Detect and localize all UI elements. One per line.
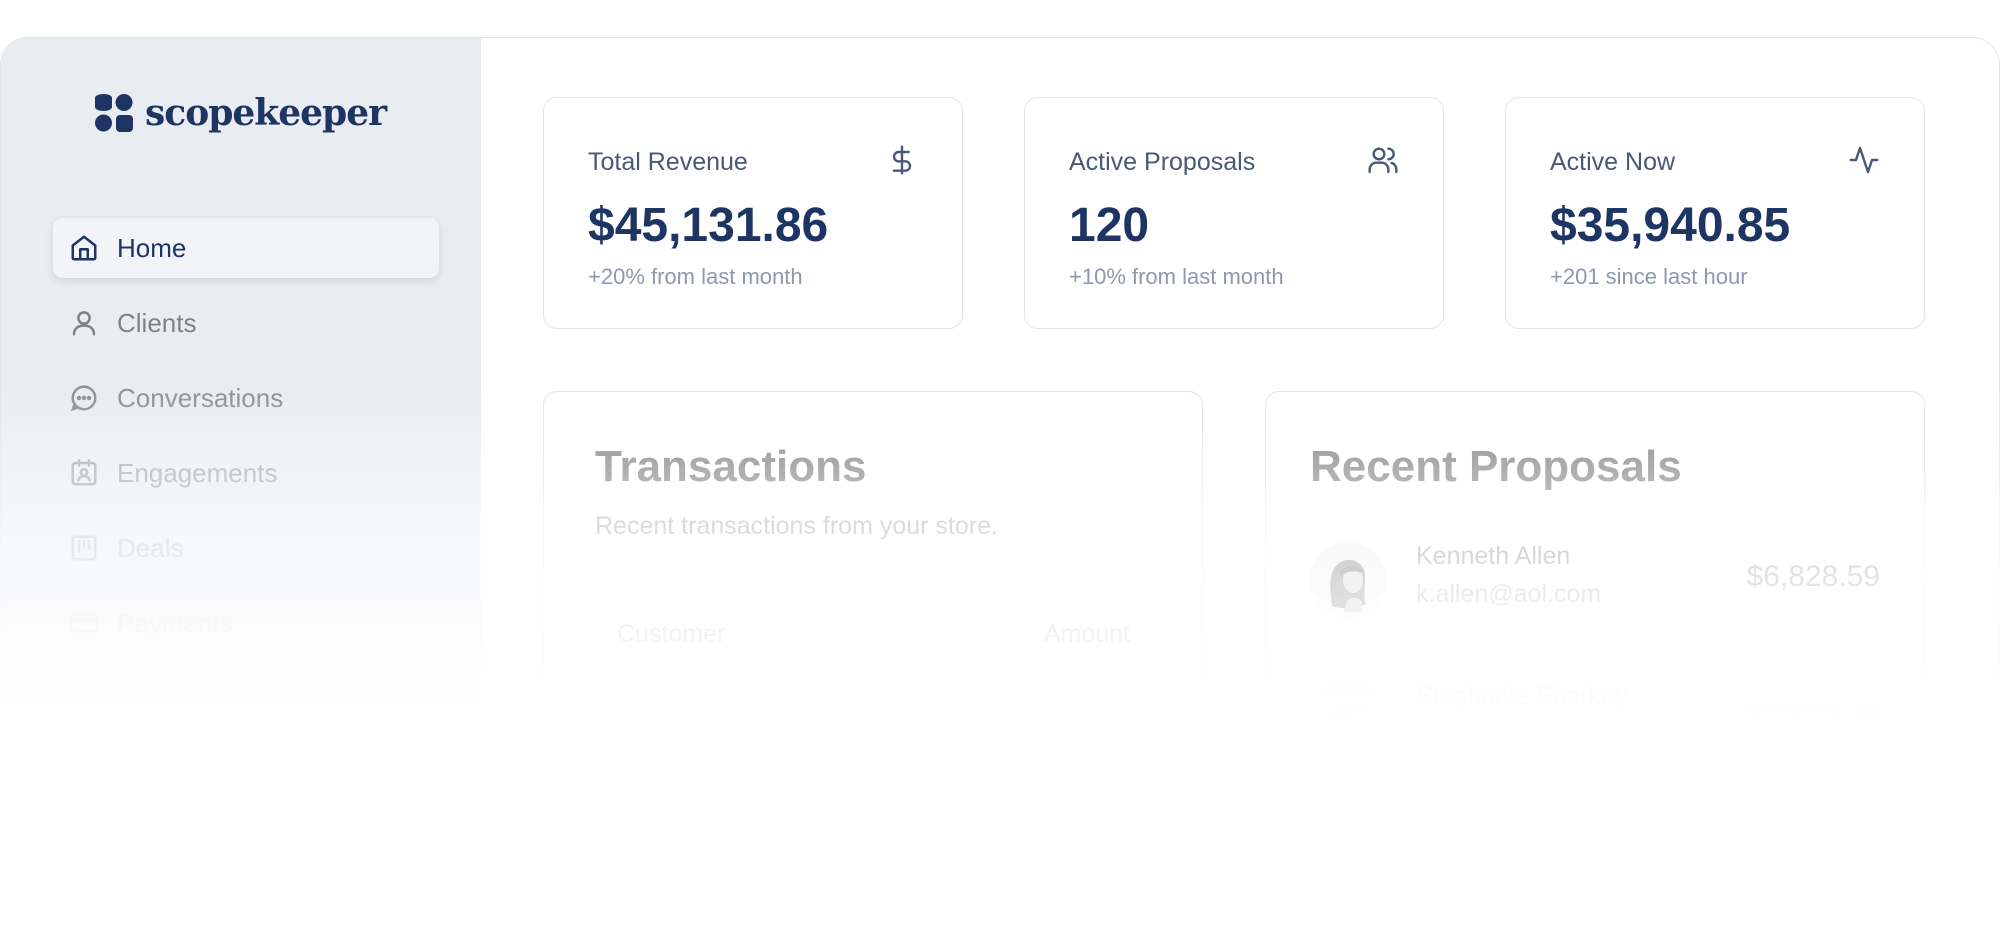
stat-card-active-now: Active Now $35,940.85 +201 since last ho… xyxy=(1505,97,1925,329)
transactions-panel: Transactions Recent transactions from yo… xyxy=(543,391,1203,946)
stat-change: +201 since last hour xyxy=(1550,264,1748,289)
stat-value: 120 xyxy=(1069,199,1150,252)
main-content: Total Revenue $45,131.86 +20% from last … xyxy=(481,38,1999,946)
brand-name: scopekeeper xyxy=(145,92,387,134)
brand-logo[interactable]: scopekeeper xyxy=(95,92,387,134)
chat-bubble-icon xyxy=(70,385,97,412)
sidebar-item-label: Home xyxy=(117,232,187,263)
avatar xyxy=(1310,542,1386,618)
sidebar-item-clients[interactable]: Clients xyxy=(53,293,439,353)
stat-label: Active Now xyxy=(1550,148,1676,176)
activity-icon xyxy=(1849,146,1879,174)
clover-logo-icon xyxy=(95,94,133,132)
user-icon xyxy=(72,311,96,336)
proposal-client-name: Kenneth Allen xyxy=(1416,542,1571,570)
proposal-client-email: k.allen@aol.com xyxy=(1416,580,1602,608)
sidebar-item-deals[interactable]: Deals xyxy=(53,518,439,578)
stat-value: $35,940.85 xyxy=(1550,199,1791,252)
proposal-amount: $7,524.46 xyxy=(1746,700,1880,733)
sidebar-nav: Home Clients Conversations Engagements D… xyxy=(53,218,439,668)
dollar-icon xyxy=(892,145,912,175)
sidebar-item-label: Clients xyxy=(117,307,197,338)
sidebar-item-label: Deals xyxy=(117,532,184,563)
sidebar-item-label: Payments xyxy=(117,607,233,638)
column-header-customer[interactable]: Customer xyxy=(617,620,725,649)
app-window: scopekeeper Home Clients Conversations E… xyxy=(0,37,2000,947)
stat-label: Active Proposals xyxy=(1069,148,1256,176)
sidebar-item-conversations[interactable]: Conversations xyxy=(53,368,439,428)
list-item[interactable]: Kenneth Allen k.allen@aol.com $6,828.59 xyxy=(1310,542,1880,622)
sidebar-item-engagements[interactable]: Engagements xyxy=(53,443,439,503)
sidebar-item-payments[interactable]: Payments xyxy=(53,593,439,653)
proposal-amount: $6,828.59 xyxy=(1746,560,1880,593)
stat-card-total-revenue: Total Revenue $45,131.86 +20% from last … xyxy=(543,97,963,329)
person-portrait-icon xyxy=(1328,705,1368,722)
sidebar-item-home[interactable]: Home xyxy=(53,218,439,278)
panel-description: Recent transactions from your store. xyxy=(595,512,998,540)
panel-title: Transactions xyxy=(595,442,867,491)
avatar xyxy=(1310,682,1386,758)
stat-label: Total Revenue xyxy=(588,148,748,176)
sidebar-item-label: Engagements xyxy=(117,457,278,488)
recent-proposals-panel: Recent Proposals Kenneth Allen k.allen@a… xyxy=(1265,391,1925,946)
list-item[interactable]: Stephanie Sharkey $7,524.46 xyxy=(1310,682,1880,762)
person-portrait-icon xyxy=(1330,559,1366,612)
column-header-amount[interactable]: Amount xyxy=(1044,620,1130,649)
home-icon xyxy=(71,235,97,261)
stat-change: +20% from last month xyxy=(588,264,803,289)
stat-card-active-proposals: Active Proposals 120 +10% from last mont… xyxy=(1024,97,1444,329)
users-icon xyxy=(1368,147,1398,174)
proposal-client-name: Stephanie Sharkey xyxy=(1416,682,1628,710)
sidebar-item-label: Conversations xyxy=(117,382,284,413)
stat-change: +10% from last month xyxy=(1069,264,1284,289)
panel-title: Recent Proposals xyxy=(1310,442,1682,491)
sidebar: scopekeeper Home Clients Conversations E… xyxy=(1,38,481,946)
calendar-badge-icon xyxy=(71,459,97,486)
credit-card-icon xyxy=(70,613,98,633)
kanban-icon xyxy=(71,535,97,561)
stat-value: $45,131.86 xyxy=(588,199,829,252)
